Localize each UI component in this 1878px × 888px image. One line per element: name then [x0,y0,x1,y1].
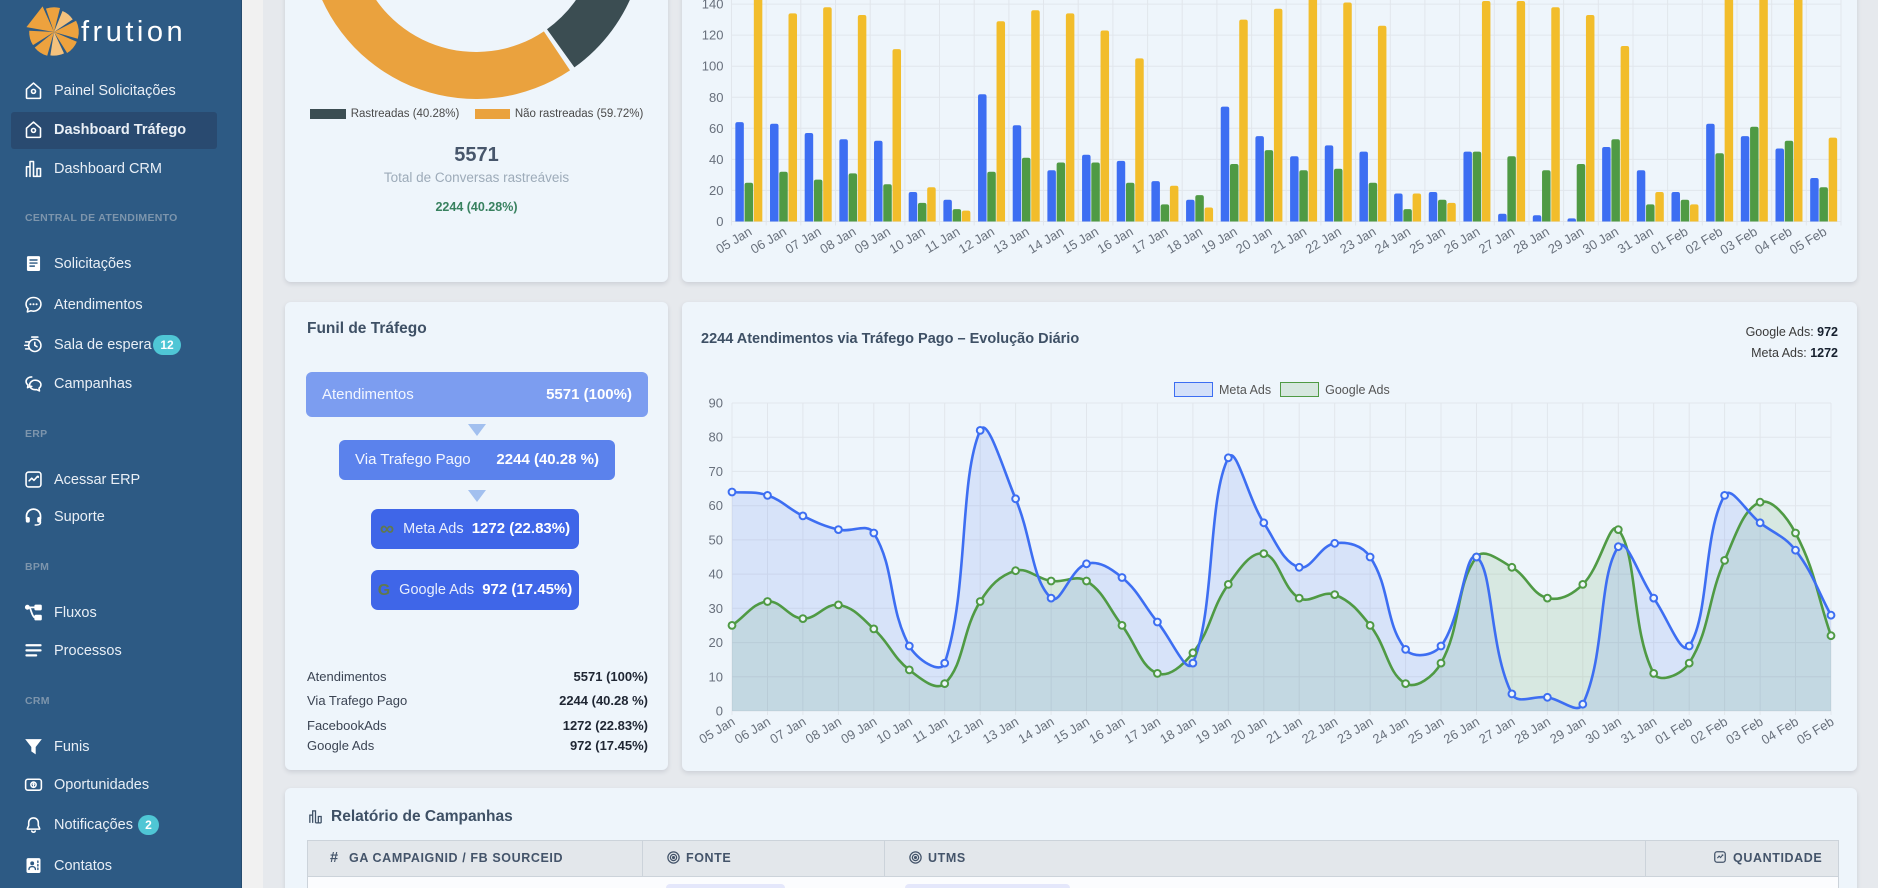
svg-text:40: 40 [709,152,723,167]
svg-text:08 Jan: 08 Jan [803,714,844,747]
svg-text:90: 90 [709,396,723,411]
svg-text:19 Jan: 19 Jan [1193,714,1234,747]
svg-text:100: 100 [702,59,724,74]
svg-text:07 Jan: 07 Jan [783,224,824,257]
svg-text:60: 60 [709,121,723,136]
svg-text:120: 120 [702,28,724,43]
svg-text:24 Jan: 24 Jan [1370,714,1411,747]
svg-text:05 Feb: 05 Feb [1787,224,1829,258]
svg-text:14 Jan: 14 Jan [1025,224,1066,257]
svg-text:0: 0 [716,704,723,719]
svg-text:23 Jan: 23 Jan [1337,224,1378,257]
svg-text:0: 0 [716,214,723,229]
svg-text:70: 70 [709,464,723,479]
svg-text:27 Jan: 27 Jan [1476,714,1517,747]
svg-text:21 Jan: 21 Jan [1268,224,1309,257]
svg-text:23 Jan: 23 Jan [1334,714,1375,747]
svg-text:20: 20 [709,183,723,198]
svg-text:20 Jan: 20 Jan [1233,224,1274,257]
svg-text:07 Jan: 07 Jan [767,714,808,747]
svg-text:03 Feb: 03 Feb [1723,714,1765,748]
svg-text:02 Feb: 02 Feb [1688,714,1730,748]
svg-text:06 Jan: 06 Jan [732,714,773,747]
svg-text:15 Jan: 15 Jan [1060,224,1101,257]
svg-text:03 Feb: 03 Feb [1717,224,1759,258]
svg-text:09 Jan: 09 Jan [838,714,879,747]
svg-text:20 Jan: 20 Jan [1228,714,1269,747]
svg-text:50: 50 [709,532,723,547]
svg-text:12 Jan: 12 Jan [945,714,986,747]
svg-text:28 Jan: 28 Jan [1511,224,1552,257]
svg-text:17 Jan: 17 Jan [1122,714,1163,747]
svg-text:18 Jan: 18 Jan [1164,224,1205,257]
svg-text:25 Jan: 25 Jan [1405,714,1446,747]
svg-text:26 Jan: 26 Jan [1441,224,1482,257]
svg-text:10: 10 [709,669,723,684]
svg-text:12 Jan: 12 Jan [956,224,997,257]
svg-text:14 Jan: 14 Jan [1015,714,1056,747]
svg-text:01 Feb: 01 Feb [1652,714,1694,748]
svg-text:11 Jan: 11 Jan [922,224,962,256]
svg-text:30: 30 [709,601,723,616]
svg-text:40: 40 [709,567,723,582]
svg-text:140: 140 [702,0,724,12]
svg-text:16 Jan: 16 Jan [1086,714,1127,747]
svg-text:19 Jan: 19 Jan [1199,224,1240,257]
svg-text:30 Jan: 30 Jan [1583,714,1624,747]
svg-text:18 Jan: 18 Jan [1157,714,1198,747]
svg-text:10 Jan: 10 Jan [874,714,915,747]
svg-text:22 Jan: 22 Jan [1303,224,1344,257]
svg-text:25 Jan: 25 Jan [1407,224,1448,257]
svg-text:13 Jan: 13 Jan [980,714,1021,747]
svg-text:01 Feb: 01 Feb [1648,224,1690,258]
svg-text:21 Jan: 21 Jan [1264,714,1305,747]
svg-text:04 Feb: 04 Feb [1759,714,1801,748]
svg-text:17 Jan: 17 Jan [1129,224,1170,257]
svg-text:16 Jan: 16 Jan [1095,224,1136,257]
svg-text:80: 80 [709,430,723,445]
svg-text:24 Jan: 24 Jan [1372,224,1413,257]
svg-text:29 Jan: 29 Jan [1547,714,1588,747]
svg-text:60: 60 [709,498,723,513]
svg-text:15 Jan: 15 Jan [1051,714,1092,747]
svg-text:04 Feb: 04 Feb [1752,224,1794,258]
svg-text:05 Jan: 05 Jan [696,714,737,747]
svg-text:20: 20 [709,635,723,650]
svg-text:06 Jan: 06 Jan [748,224,789,257]
svg-text:10 Jan: 10 Jan [887,224,928,257]
svg-text:09 Jan: 09 Jan [852,224,893,257]
svg-text:05 Feb: 05 Feb [1794,714,1836,748]
svg-text:13 Jan: 13 Jan [991,224,1032,257]
svg-text:27 Jan: 27 Jan [1476,224,1517,257]
svg-text:11 Jan: 11 Jan [910,714,950,746]
svg-text:08 Jan: 08 Jan [817,224,858,257]
svg-text:29 Jan: 29 Jan [1545,224,1586,257]
svg-text:02 Feb: 02 Feb [1683,224,1725,258]
svg-text:31 Jan: 31 Jan [1618,714,1659,747]
svg-text:26 Jan: 26 Jan [1441,714,1482,747]
svg-text:22 Jan: 22 Jan [1299,714,1340,747]
svg-text:80: 80 [709,90,723,105]
svg-text:31 Jan: 31 Jan [1615,224,1656,257]
svg-text:30 Jan: 30 Jan [1580,224,1621,257]
svg-text:28 Jan: 28 Jan [1512,714,1553,747]
